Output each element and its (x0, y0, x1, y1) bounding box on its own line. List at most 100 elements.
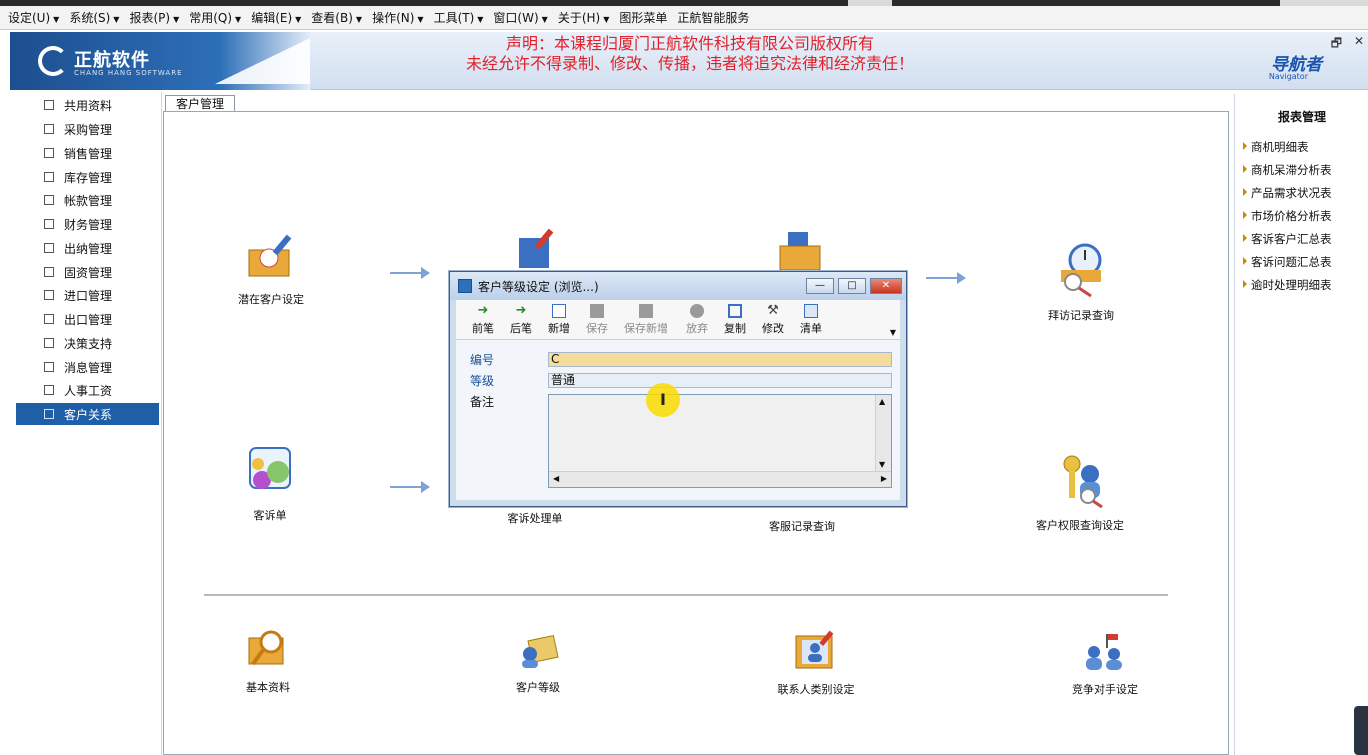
sidebar-item-crm[interactable]: 客户关系 (16, 403, 159, 425)
cashier-icon (44, 243, 54, 253)
sidebar-item-decision[interactable]: 决策支持 (16, 332, 159, 354)
toolbar-label: 放弃 (686, 322, 708, 335)
logo: 正航软件 CHANG HANG SOFTWARE (10, 32, 310, 90)
menu-system[interactable]: 系统(S) ▼ (69, 9, 119, 26)
cart-icon (44, 124, 54, 134)
grade-field[interactable]: 普通 (548, 373, 892, 388)
report-link[interactable]: 产品需求状况表 (1243, 185, 1332, 201)
sidebar-item-accounts[interactable]: 帐款管理 (16, 189, 159, 211)
report-link[interactable]: 客诉客户汇总表 (1243, 231, 1332, 247)
node-complaint[interactable]: 客诉单 (225, 442, 315, 523)
menu-settings[interactable]: 设定(U) ▼ (8, 9, 59, 26)
remark-textarea[interactable]: ▲ ▼ ◀ ▶ (548, 394, 892, 488)
discard-button[interactable]: 放弃 (678, 304, 716, 336)
text-cursor-highlight (646, 383, 680, 417)
menu-view[interactable]: 查看(B) ▼ (311, 9, 362, 26)
flow-arrow (390, 267, 430, 279)
node-visit-query[interactable]: 拜访记录查询 (1036, 240, 1126, 323)
save-button[interactable]: 保存 (578, 304, 616, 336)
report-link-label: 客诉问题汇总表 (1251, 255, 1332, 269)
import-icon (44, 290, 54, 300)
navigator-subtitle: Navigator (1268, 72, 1308, 81)
edit-button[interactable]: ⚒ 修改 (754, 304, 792, 336)
close-button[interactable]: ✕ (870, 278, 902, 294)
minimize-button[interactable]: — (806, 278, 834, 294)
save-icon (590, 304, 604, 318)
menu-common[interactable]: 常用(Q) ▼ (189, 9, 241, 26)
node-potential-customer[interactable]: 潜在客户设定 (226, 232, 316, 307)
sidebar-item-label: 消息管理 (64, 360, 113, 375)
menu-reports[interactable]: 报表(P) ▼ (129, 9, 179, 26)
menu-operate[interactable]: 操作(N) ▼ (372, 9, 424, 26)
toolbox-icon (248, 234, 292, 277)
customer-level-dialog: 客户等级设定 (浏览...) — □ ✕ ➜ 前笔 ➜ 后笔 新增 保存 保存新增 … (449, 271, 907, 507)
notice-line-1: 声明：本课程归厦门正航软件科技有限公司版权所有 (505, 34, 874, 53)
report-link[interactable]: 市场价格分析表 (1243, 208, 1332, 224)
node-customer-level[interactable]: 客户等级 (500, 634, 576, 695)
menu-about[interactable]: 关于(H) ▼ (558, 9, 610, 26)
contact-card-icon (795, 630, 834, 669)
sidebar-item-cashier[interactable]: 出纳管理 (16, 237, 159, 259)
copy-button[interactable]: 复制 (716, 304, 754, 336)
scroll-left-icon[interactable]: ◀ (553, 474, 559, 483)
node-contact-type[interactable]: 联系人类别设定 (768, 630, 864, 697)
vertical-scrollbar[interactable]: ▲ ▼ (875, 395, 891, 471)
list-button[interactable]: 清单 (792, 304, 830, 336)
scroll-up-icon[interactable]: ▲ (879, 397, 885, 406)
report-link[interactable]: 逾时处理明细表 (1243, 277, 1332, 293)
scroll-down-icon[interactable]: ▼ (879, 460, 885, 469)
report-link[interactable]: 商机明细表 (1243, 139, 1309, 155)
sidebar-item-sales[interactable]: 销售管理 (16, 142, 159, 164)
save-new-button[interactable]: 保存新增 (618, 304, 674, 336)
report-link[interactable]: 商机呆滞分析表 (1243, 162, 1332, 178)
new-button[interactable]: 新增 (540, 304, 578, 336)
sidebar-item-shared-data[interactable]: 共用资料 (16, 94, 159, 116)
next-record-button[interactable]: ➜ 后笔 (502, 304, 540, 336)
toolbar-label: 清单 (800, 322, 822, 335)
close-icon[interactable]: ✕ (1354, 34, 1364, 48)
maximize-button[interactable]: □ (838, 278, 866, 294)
triangle-right-icon (1243, 257, 1247, 265)
flow-arrow (926, 272, 966, 284)
sidebar-item-messages[interactable]: 消息管理 (16, 356, 159, 378)
menu-graphic[interactable]: 图形菜单 (619, 9, 667, 26)
warehouse-icon (44, 172, 54, 182)
dialog-toolbar: ➜ 前笔 ➜ 后笔 新增 保存 保存新增 放弃 复制 ⚒ 修改 清单 ▼ (456, 300, 900, 340)
menu-tools[interactable]: 工具(T) ▼ (434, 9, 484, 26)
dialog-titlebar[interactable]: 客户等级设定 (浏览...) — □ ✕ (450, 272, 906, 300)
toolbar-label: 前笔 (472, 322, 494, 335)
sidebar-item-hr[interactable]: 人事工资 (16, 379, 159, 401)
menu-window[interactable]: 窗口(W) ▼ (493, 9, 547, 26)
sidebar-item-purchase[interactable]: 采购管理 (16, 118, 159, 140)
flow-arrow (390, 481, 430, 493)
menu-smart-service[interactable]: 正航智能服务 (677, 9, 749, 26)
report-link[interactable]: 客诉问题汇总表 (1243, 254, 1332, 270)
list-icon (804, 304, 818, 318)
code-field[interactable]: C (548, 352, 892, 367)
node-label: 客户权限查询设定 (1036, 519, 1124, 532)
logo-mark-icon (38, 46, 68, 76)
section-divider (204, 594, 1168, 596)
sidebar-item-label: 采购管理 (64, 122, 113, 137)
sidebar-item-label: 出口管理 (64, 312, 113, 327)
triangle-right-icon (1243, 234, 1247, 242)
sidebar-item-assets[interactable]: 固资管理 (16, 261, 159, 283)
sidebar-item-inventory[interactable]: 库存管理 (16, 166, 159, 188)
node-competitor[interactable]: 竞争对手设定 (1060, 632, 1150, 697)
sidebar-item-finance[interactable]: 财务管理 (16, 213, 159, 235)
restore-icon[interactable]: 🗗 (1331, 34, 1342, 55)
node-permission-setting[interactable]: 客户权限查询设定 (1024, 452, 1136, 533)
sidebar-item-export[interactable]: 出口管理 (16, 308, 159, 330)
new-doc-icon (552, 304, 566, 318)
horizontal-scrollbar[interactable]: ◀ ▶ (549, 471, 891, 487)
node-basic-data[interactable]: 基本资料 (228, 628, 308, 695)
prev-record-button[interactable]: ➜ 前笔 (464, 304, 502, 336)
sidebar-item-import[interactable]: 进口管理 (16, 284, 159, 306)
scroll-right-icon[interactable]: ▶ (881, 474, 887, 483)
arrow-left-icon: ➜ (477, 303, 489, 318)
menu-edit[interactable]: 编辑(E) ▼ (251, 9, 301, 26)
node-service-query[interactable]: 客服记录查询 (752, 518, 852, 534)
node-label: 竞争对手设定 (1072, 683, 1138, 696)
node-complaint-process[interactable]: 客诉处理单 (490, 510, 580, 526)
toolbar-overflow-icon[interactable]: ▼ (890, 328, 896, 337)
